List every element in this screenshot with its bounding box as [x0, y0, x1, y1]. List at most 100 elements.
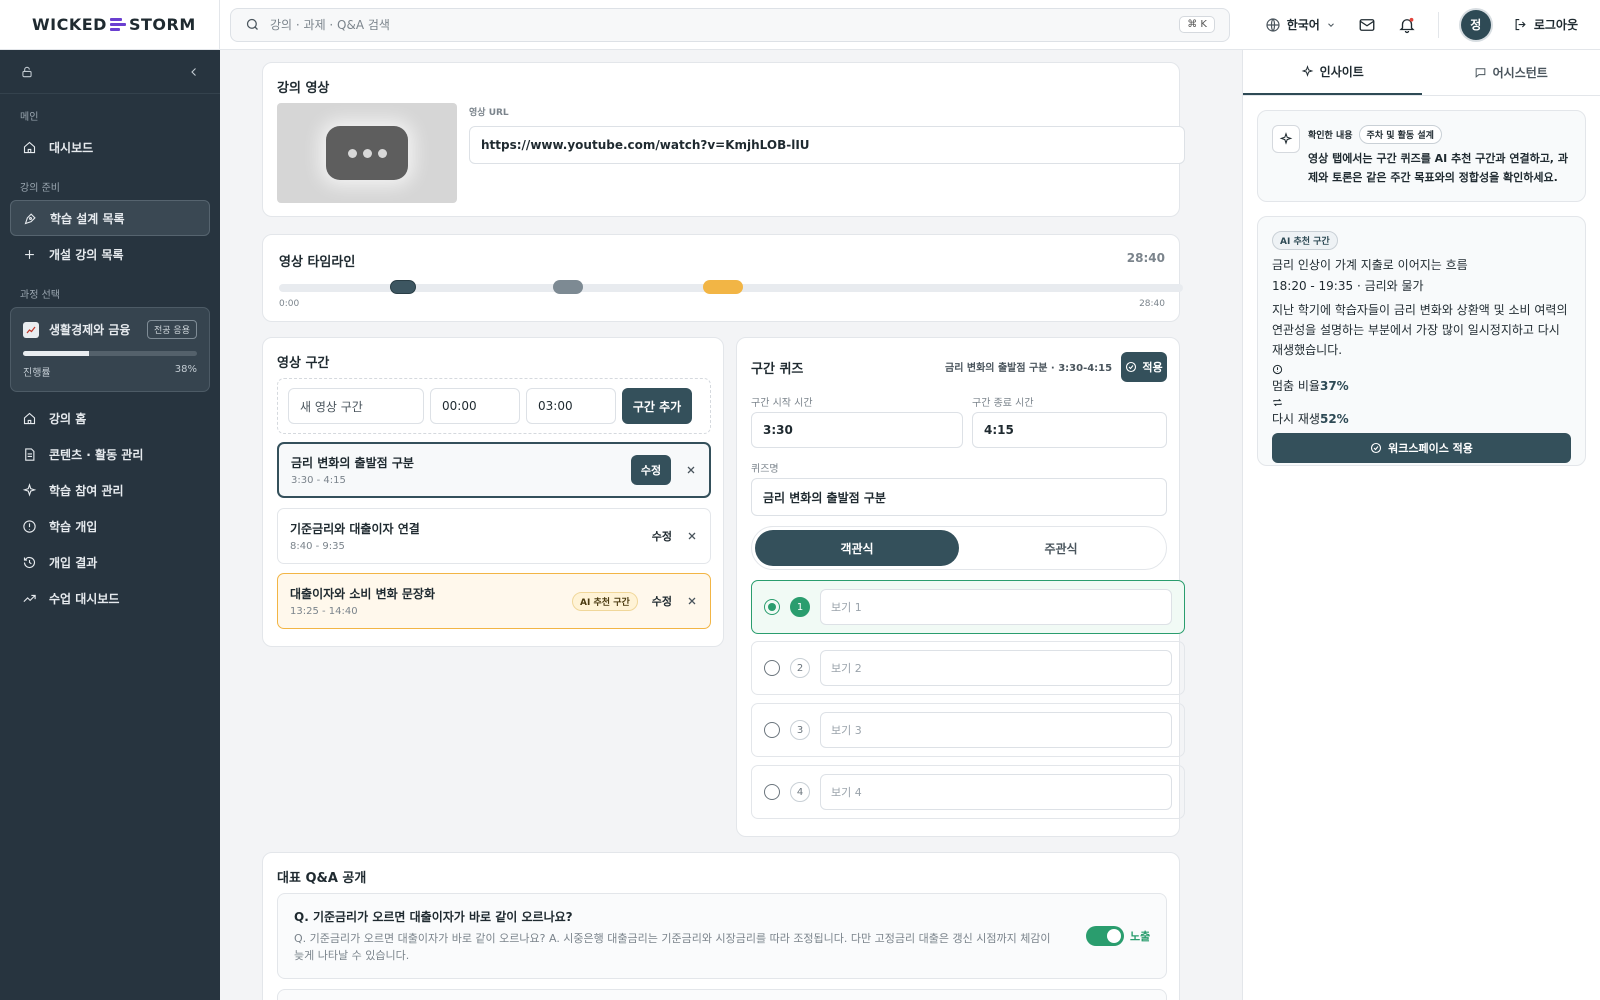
mail-icon[interactable]	[1358, 16, 1376, 34]
video-url-input[interactable]: https://www.youtube.com/watch?v=KmjhLOB-…	[469, 126, 1185, 164]
start-time-input[interactable]: 3:30	[751, 412, 963, 448]
qa-card: 대표 Q&A 공개 Q. 기준금리가 오르면 대출이자가 바로 같이 오르나요?…	[262, 852, 1180, 1000]
ai-recommend-badge: AI 추천 구간	[572, 591, 638, 611]
new-segment-end-input[interactable]: 03:00	[526, 388, 616, 424]
radio[interactable]	[764, 784, 780, 800]
sidebar-item-intervention[interactable]: 학습 개입	[10, 508, 210, 544]
close-icon[interactable]	[686, 530, 698, 542]
timeline-marker[interactable]	[553, 280, 583, 294]
sidebar-item-class-dashboard[interactable]: 수업 대시보드	[10, 580, 210, 616]
subjective-tab[interactable]: 주관식	[959, 530, 1163, 566]
start-time-label: 구간 시작 시간	[751, 398, 813, 409]
search-bar[interactable]: 강의 · 과제 · Q&A 검색 ⌘ K	[230, 7, 1230, 42]
segment-name: 대출이자와 소비 변화 문장화	[290, 587, 436, 601]
apply-label: 적용	[1142, 361, 1163, 374]
sidebar-item-label: 학습 설계 목록	[50, 211, 125, 226]
sidebar-item-label: 학습 참여 관리	[49, 483, 124, 498]
ai-badge: AI 추천 구간	[1272, 231, 1338, 250]
end-time-input[interactable]: 4:15	[972, 412, 1167, 448]
course-progress-bar	[23, 351, 197, 356]
sidebar-item-dashboard[interactable]: 대시보드	[10, 129, 210, 165]
visibility-toggle[interactable]	[1086, 926, 1124, 946]
edit-button[interactable]: 수정	[652, 528, 672, 544]
bell-icon[interactable]	[1398, 16, 1416, 34]
ai-description: 지난 학기에 학습자들이 금리 변화와 상환액 및 소비 여력의 연관성을 설명…	[1272, 303, 1568, 357]
quiz-name-input[interactable]: 금리 변화의 출발점 구분	[751, 478, 1167, 516]
option-input[interactable]: 보기 3	[820, 712, 1172, 748]
sidebar-item-design-list[interactable]: 학습 설계 목록	[10, 200, 210, 236]
chat-icon	[1475, 68, 1485, 78]
objective-tab[interactable]: 객관식	[755, 530, 959, 566]
edit-button[interactable]: 수정	[631, 455, 671, 485]
quiz-option[interactable]: 4 보기 4	[751, 765, 1185, 819]
radio[interactable]	[764, 660, 780, 676]
sidebar-item-content[interactable]: 콘텐츠 · 활동 관리	[10, 436, 210, 472]
divider	[1437, 11, 1439, 38]
search-input[interactable]: 강의 · 과제 · Q&A 검색	[270, 16, 390, 33]
segment-range: 8:40 - 9:35	[290, 541, 345, 552]
pen-tool-icon	[24, 212, 36, 224]
quiz-card: 구간 퀴즈 금리 변화의 출발점 구분 · 3:30-4:15 적용 구간 시작…	[736, 337, 1185, 837]
edit-button[interactable]: 수정	[652, 593, 672, 609]
radio-selected[interactable]	[764, 599, 780, 615]
sidebar-item-intervention-result[interactable]: 개입 결과	[10, 544, 210, 580]
storm-bolt-icon	[109, 18, 126, 31]
sidebar-item-label: 콘텐츠 · 활동 관리	[49, 447, 144, 462]
chart-icon	[23, 321, 39, 338]
top-bar: WICKED STORM 강의 · 과제 · Q&A 검색 ⌘ K 한국어 정 …	[0, 0, 1600, 50]
new-segment-start-input[interactable]: 00:00	[430, 388, 520, 424]
avatar[interactable]: 정	[1460, 9, 1491, 40]
quiz-option[interactable]: 1 보기 1	[751, 580, 1185, 634]
video-thumbnail[interactable]	[277, 103, 457, 203]
sidebar-item-course-home[interactable]: 강의 홈	[10, 400, 210, 436]
option-input[interactable]: 보기 4	[820, 774, 1172, 810]
brand-logo[interactable]: WICKED STORM	[0, 0, 220, 50]
timeline-marker[interactable]	[390, 280, 416, 294]
segment-item[interactable]: 기준금리와 대출이자 연결 8:40 - 9:35 수정	[277, 508, 711, 564]
end-time-label: 구간 종료 시간	[972, 398, 1034, 409]
add-segment-button[interactable]: 구간 추가	[622, 388, 692, 424]
segment-item[interactable]: 대출이자와 소비 변화 문장화 13:25 - 14:40 AI 추천 구간 수정	[277, 573, 711, 629]
collapse-icon[interactable]	[188, 66, 200, 78]
video-card: 강의 영상 영상 URL https://www.youtube.com/wat…	[262, 62, 1185, 217]
ai-title: 금리 인상이 가계 지출로 이어지는 흐름	[1272, 258, 1468, 272]
qa-item[interactable]: Q. 기준금리가 오르면 대출이자가 바로 같이 오르나요? Q. 기준금리가 …	[277, 893, 1167, 979]
timeline-card: 영상 타임라인 28:40 0:00 28:40	[262, 234, 1183, 322]
segment-range: 3:30 - 4:15	[291, 475, 346, 486]
main-content: 강의 영상 영상 URL https://www.youtube.com/wat…	[220, 50, 1242, 1000]
radio[interactable]	[764, 722, 780, 738]
sidebar-item-open-list[interactable]: 개설 강의 목록	[10, 236, 210, 272]
sidebar-item-participation[interactable]: 학습 참여 관리	[10, 472, 210, 508]
chevron-down-icon	[1327, 22, 1334, 27]
timeline-start: 0:00	[279, 299, 300, 309]
language-select[interactable]: 한국어	[1265, 16, 1336, 33]
qa-item[interactable]	[277, 989, 1167, 1000]
sidebar: 메인 대시보드 강의 준비 학습 설계 목록 개설 강의 목록 과정 선택 생활…	[0, 50, 220, 1000]
segment-item[interactable]: 금리 변화의 출발점 구분 3:30 - 4:15 수정	[277, 442, 711, 498]
segment-name: 기준금리와 대출이자 연결	[290, 522, 420, 536]
apply-workspace-label: 워크스페이스 적용	[1388, 442, 1473, 455]
ai-recommend-card: AI 추천 구간 금리 인상이 가계 지출로 이어지는 흐름 18:20 - 1…	[1257, 216, 1586, 466]
quiz-option[interactable]: 2 보기 2	[751, 641, 1185, 695]
replay-value: 52%	[1319, 412, 1349, 426]
sidebar-section-prep: 강의 준비	[20, 183, 60, 194]
qa-title: 대표 Q&A 공개	[277, 871, 367, 886]
timeline-end: 28:40	[1139, 299, 1165, 309]
apply-button[interactable]: 적용	[1121, 352, 1167, 382]
quiz-option[interactable]: 3 보기 3	[751, 703, 1185, 757]
close-icon[interactable]	[685, 464, 697, 476]
tab-assistant[interactable]: 어시스턴트	[1422, 50, 1600, 95]
course-selector[interactable]: 생활경제와 금융 전공 응용 진행률 38%	[10, 307, 210, 392]
apply-workspace-button[interactable]: 워크스페이스 적용	[1272, 433, 1571, 463]
new-segment-name-input[interactable]: 새 영상 구간	[288, 388, 424, 424]
lock-icon[interactable]	[20, 65, 34, 79]
timeline-marker[interactable]	[703, 280, 743, 294]
alert-circle-icon	[1272, 364, 1283, 375]
option-input[interactable]: 보기 1	[820, 589, 1172, 625]
sidebar-section-course: 과정 선택	[20, 290, 60, 301]
close-icon[interactable]	[686, 595, 698, 607]
sidebar-section-main: 메인	[20, 112, 39, 123]
logout-button[interactable]: 로그아웃	[1513, 16, 1578, 33]
tab-insight[interactable]: 인사이트	[1243, 50, 1422, 95]
option-input[interactable]: 보기 2	[820, 650, 1172, 686]
